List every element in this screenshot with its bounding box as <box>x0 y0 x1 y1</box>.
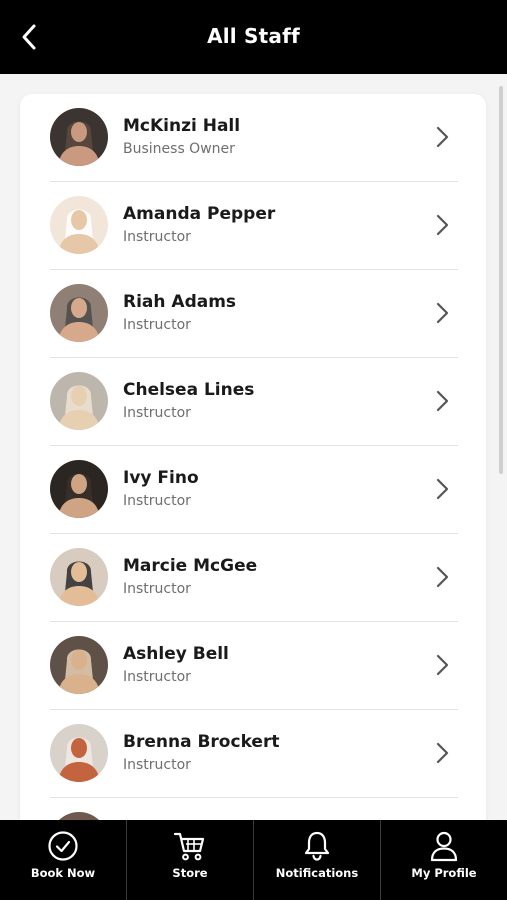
top-bar: All Staff <box>0 0 507 74</box>
staff-row[interactable]: McKinzi Hall Business Owner <box>20 94 486 182</box>
chevron-right-icon[interactable] <box>432 125 452 149</box>
staff-avatar <box>50 196 108 254</box>
staff-role: Instructor <box>123 405 191 421</box>
staff-avatar <box>50 460 108 518</box>
staff-avatar <box>50 812 108 820</box>
scrollbar[interactable] <box>499 86 503 474</box>
tab-my-profile[interactable]: My Profile <box>381 820 507 900</box>
staff-name: Riah Adams <box>123 292 237 312</box>
cart-icon <box>173 832 205 861</box>
bell-icon <box>304 831 330 861</box>
staff-row[interactable]: Brenna Brockert Instructor <box>20 710 486 798</box>
user-icon <box>430 831 458 862</box>
tab-label: Book Now <box>30 866 96 880</box>
chevron-right-icon[interactable] <box>432 301 452 325</box>
tab-label: Store <box>172 866 208 880</box>
chevron-right-icon[interactable] <box>432 389 452 413</box>
staff-name: Marcie McGee <box>123 556 258 576</box>
staff-role: Instructor <box>123 493 191 509</box>
tab-label: My Profile <box>411 866 477 880</box>
staff-row[interactable]: Ashley Bell Instructor <box>20 622 486 710</box>
staff-name: Ivy Fino <box>123 468 199 488</box>
check-circle-icon <box>48 831 78 861</box>
bottom-tab-bar: Book Now Store Notifications My Profile <box>0 820 507 900</box>
tab-notifications[interactable]: Notifications <box>254 820 381 900</box>
staff-avatar <box>50 548 108 606</box>
staff-role: Instructor <box>123 669 191 685</box>
staff-avatar <box>50 636 108 694</box>
tab-store[interactable]: Store <box>127 820 254 900</box>
staff-role: Business Owner <box>123 141 235 157</box>
chevron-right-icon[interactable] <box>432 213 452 237</box>
tab-label: Notifications <box>275 866 359 880</box>
staff-role: Instructor <box>123 757 191 773</box>
staff-name: Ashley Bell <box>123 644 229 664</box>
staff-row[interactable]: Riah Adams Instructor <box>20 270 486 358</box>
staff-name: Chelsea Lines <box>123 380 255 400</box>
staff-list-card: McKinzi Hall Business Owner Amanda Pepper I… <box>20 94 486 820</box>
staff-role: Instructor <box>123 581 191 597</box>
chevron-right-icon[interactable] <box>432 477 452 501</box>
staff-row[interactable]: Chelsea Lines Instructor <box>20 358 486 446</box>
staff-role: Instructor <box>123 317 191 333</box>
page-title: All Staff <box>207 24 300 48</box>
staff-row[interactable] <box>20 798 486 820</box>
staff-role: Instructor <box>123 229 191 245</box>
staff-row[interactable]: Amanda Pepper Instructor <box>20 182 486 270</box>
staff-row[interactable]: Marcie McGee Instructor <box>20 534 486 622</box>
tab-book-now[interactable]: Book Now <box>0 820 127 900</box>
staff-avatar <box>50 108 108 166</box>
staff-name: Brenna Brockert <box>123 732 280 752</box>
chevron-right-icon[interactable] <box>432 741 452 765</box>
staff-name: McKinzi Hall <box>123 116 241 136</box>
chevron-right-icon[interactable] <box>432 653 452 677</box>
chevron-right-icon[interactable] <box>432 565 452 589</box>
staff-row[interactable]: Ivy Fino Instructor <box>20 446 486 534</box>
staff-name: Amanda Pepper <box>123 204 276 224</box>
staff-avatar <box>50 724 108 782</box>
staff-list-container[interactable]: McKinzi Hall Business Owner Amanda Pepper I… <box>0 74 507 820</box>
staff-avatar <box>50 372 108 430</box>
staff-avatar <box>50 284 108 342</box>
